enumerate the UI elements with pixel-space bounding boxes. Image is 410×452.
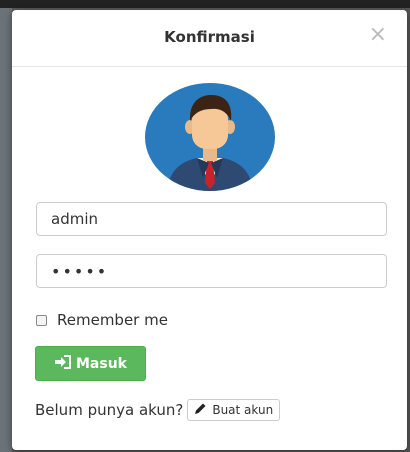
sign-in-icon [54,354,76,373]
create-account-label: Buat akun [212,403,274,417]
backdrop-left [0,8,12,452]
remember-label: Remember me [57,311,168,329]
login-modal: Konfirmasi × admin ••••• Remember me Mas… [12,10,407,450]
backdrop [0,0,410,8]
remember-checkbox[interactable] [36,314,47,326]
modal-header: Konfirmasi × [12,10,407,67]
close-button[interactable]: × [369,24,387,46]
modal-title: Konfirmasi [164,28,255,46]
register-prompt: Belum punya akun? [35,401,184,419]
login-button-label: Masuk [76,355,127,372]
password-input[interactable] [36,254,387,288]
user-avatar-icon [145,83,275,191]
username-input[interactable] [36,202,387,236]
pencil-icon [194,402,212,418]
remember-me[interactable]: Remember me [36,311,168,329]
create-account-button[interactable]: Buat akun [187,399,281,421]
register-row: Belum punya akun? Buat akun [35,399,281,421]
login-button[interactable]: Masuk [35,346,146,381]
